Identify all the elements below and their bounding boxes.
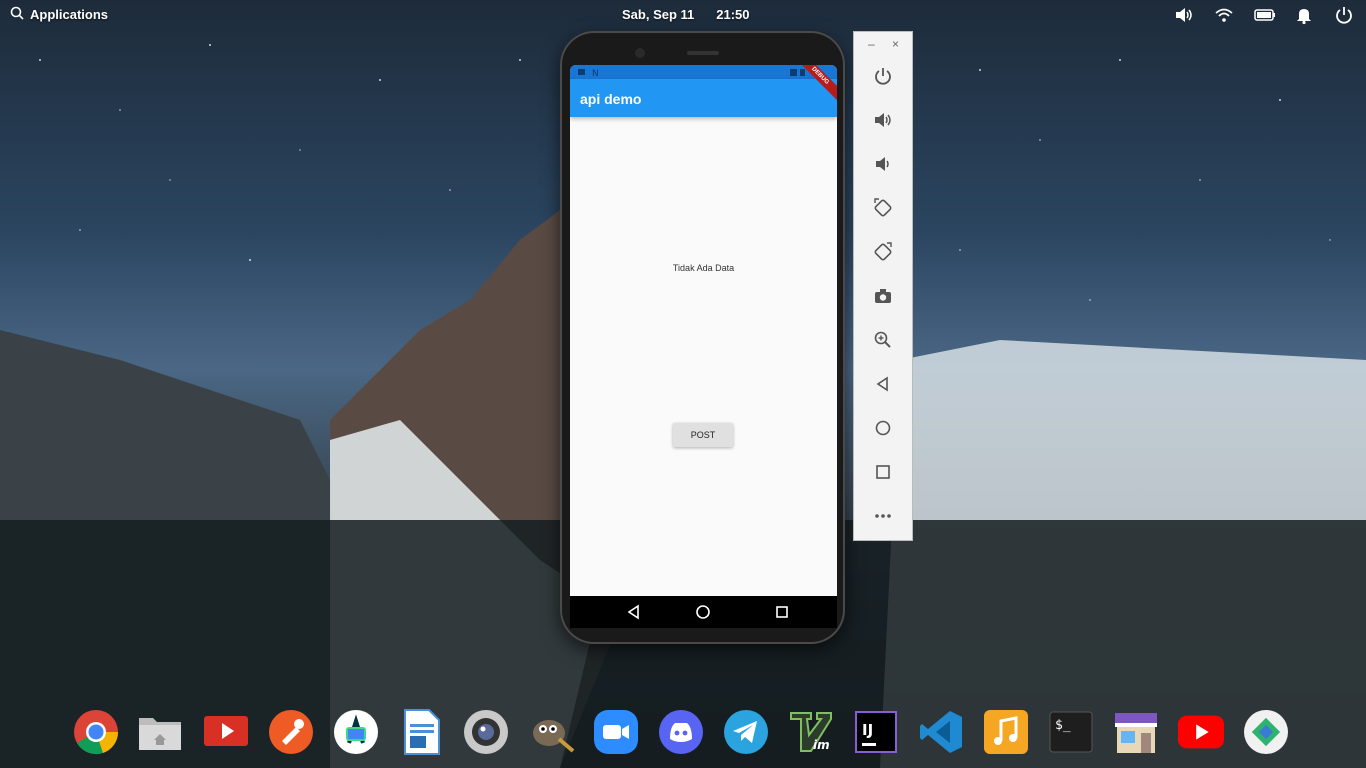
front-camera: [635, 48, 645, 58]
vscode-icon[interactable]: [917, 708, 965, 756]
terminal-icon[interactable]: $_: [1047, 708, 1095, 756]
notifications-icon[interactable]: [1294, 5, 1314, 25]
time-label: 21:50: [716, 7, 750, 22]
gimp-icon[interactable]: [527, 708, 575, 756]
status-bar-icons: N: [578, 69, 805, 79]
svg-text:IJ: IJ: [862, 721, 873, 739]
applications-label: Applications: [30, 7, 109, 22]
zoom-meetings-icon[interactable]: [592, 708, 640, 756]
chrome-icon[interactable]: [72, 708, 120, 756]
close-button[interactable]: ×: [892, 37, 899, 51]
device-screen[interactable]: N api demo DEBUG Tidak Ada Data POST: [570, 65, 837, 628]
power-icon[interactable]: [870, 63, 896, 89]
youtube-icon[interactable]: [1177, 708, 1225, 756]
power-icon[interactable]: [1334, 5, 1354, 25]
volume-down-icon[interactable]: [870, 151, 896, 177]
date-time-indicator[interactable]: Sab, Sep 11 21:50: [622, 7, 750, 22]
libreoffice-writer-icon[interactable]: [397, 708, 445, 756]
video-player-icon[interactable]: [202, 708, 250, 756]
webcam-icon[interactable]: [462, 708, 510, 756]
appcenter-icon[interactable]: [1112, 708, 1160, 756]
nav-recents-icon[interactable]: [774, 604, 790, 620]
home-icon[interactable]: [870, 415, 896, 441]
app-bar: api demo: [570, 79, 837, 117]
android-studio-icon[interactable]: [332, 708, 380, 756]
applications-menu-button[interactable]: Applications: [10, 6, 108, 23]
android-navigation-bar: [570, 596, 837, 628]
top-panel: Applications Sab, Sep 11 21:50: [0, 0, 1366, 30]
rotate-right-icon[interactable]: [870, 239, 896, 265]
svg-text:N: N: [592, 69, 599, 79]
app-title: api demo: [580, 91, 642, 107]
svg-text:$_: $_: [1055, 718, 1071, 733]
earpiece-speaker: [687, 51, 719, 55]
wifi-icon[interactable]: [1214, 5, 1234, 25]
screenshot-icon[interactable]: [1242, 708, 1290, 756]
nav-back-icon[interactable]: [626, 604, 642, 620]
svg-text:im: im: [813, 738, 830, 752]
volume-icon[interactable]: [1174, 5, 1194, 25]
overview-icon[interactable]: [870, 459, 896, 485]
more-options-icon[interactable]: [870, 503, 896, 529]
minimize-button[interactable]: –: [868, 37, 875, 51]
vim-icon[interactable]: im: [787, 708, 835, 756]
battery-icon[interactable]: [1254, 5, 1275, 25]
back-icon[interactable]: [870, 371, 896, 397]
empty-state-message: Tidak Ada Data: [672, 263, 735, 273]
music-icon[interactable]: [982, 708, 1030, 756]
discord-icon[interactable]: [657, 708, 705, 756]
volume-up-icon[interactable]: [870, 107, 896, 133]
telegram-icon[interactable]: [722, 708, 770, 756]
postman-icon[interactable]: [267, 708, 315, 756]
search-icon: [10, 6, 24, 23]
emulator-toolbar-header: – ×: [854, 32, 912, 58]
intellij-icon[interactable]: IJ: [852, 708, 900, 756]
rotate-left-icon[interactable]: [870, 195, 896, 221]
system-tray: [1154, 5, 1354, 25]
date-label: Sab, Sep 11: [622, 7, 695, 22]
post-button[interactable]: POST: [673, 423, 733, 447]
zoom-icon[interactable]: [870, 327, 896, 353]
android-status-bar: N: [570, 65, 837, 79]
files-icon[interactable]: [136, 708, 184, 756]
android-emulator-device: N api demo DEBUG Tidak Ada Data POST: [560, 31, 845, 644]
nav-home-icon[interactable]: [695, 604, 711, 620]
emulator-toolbar: – ×: [853, 31, 913, 541]
camera-icon[interactable]: [870, 283, 896, 309]
